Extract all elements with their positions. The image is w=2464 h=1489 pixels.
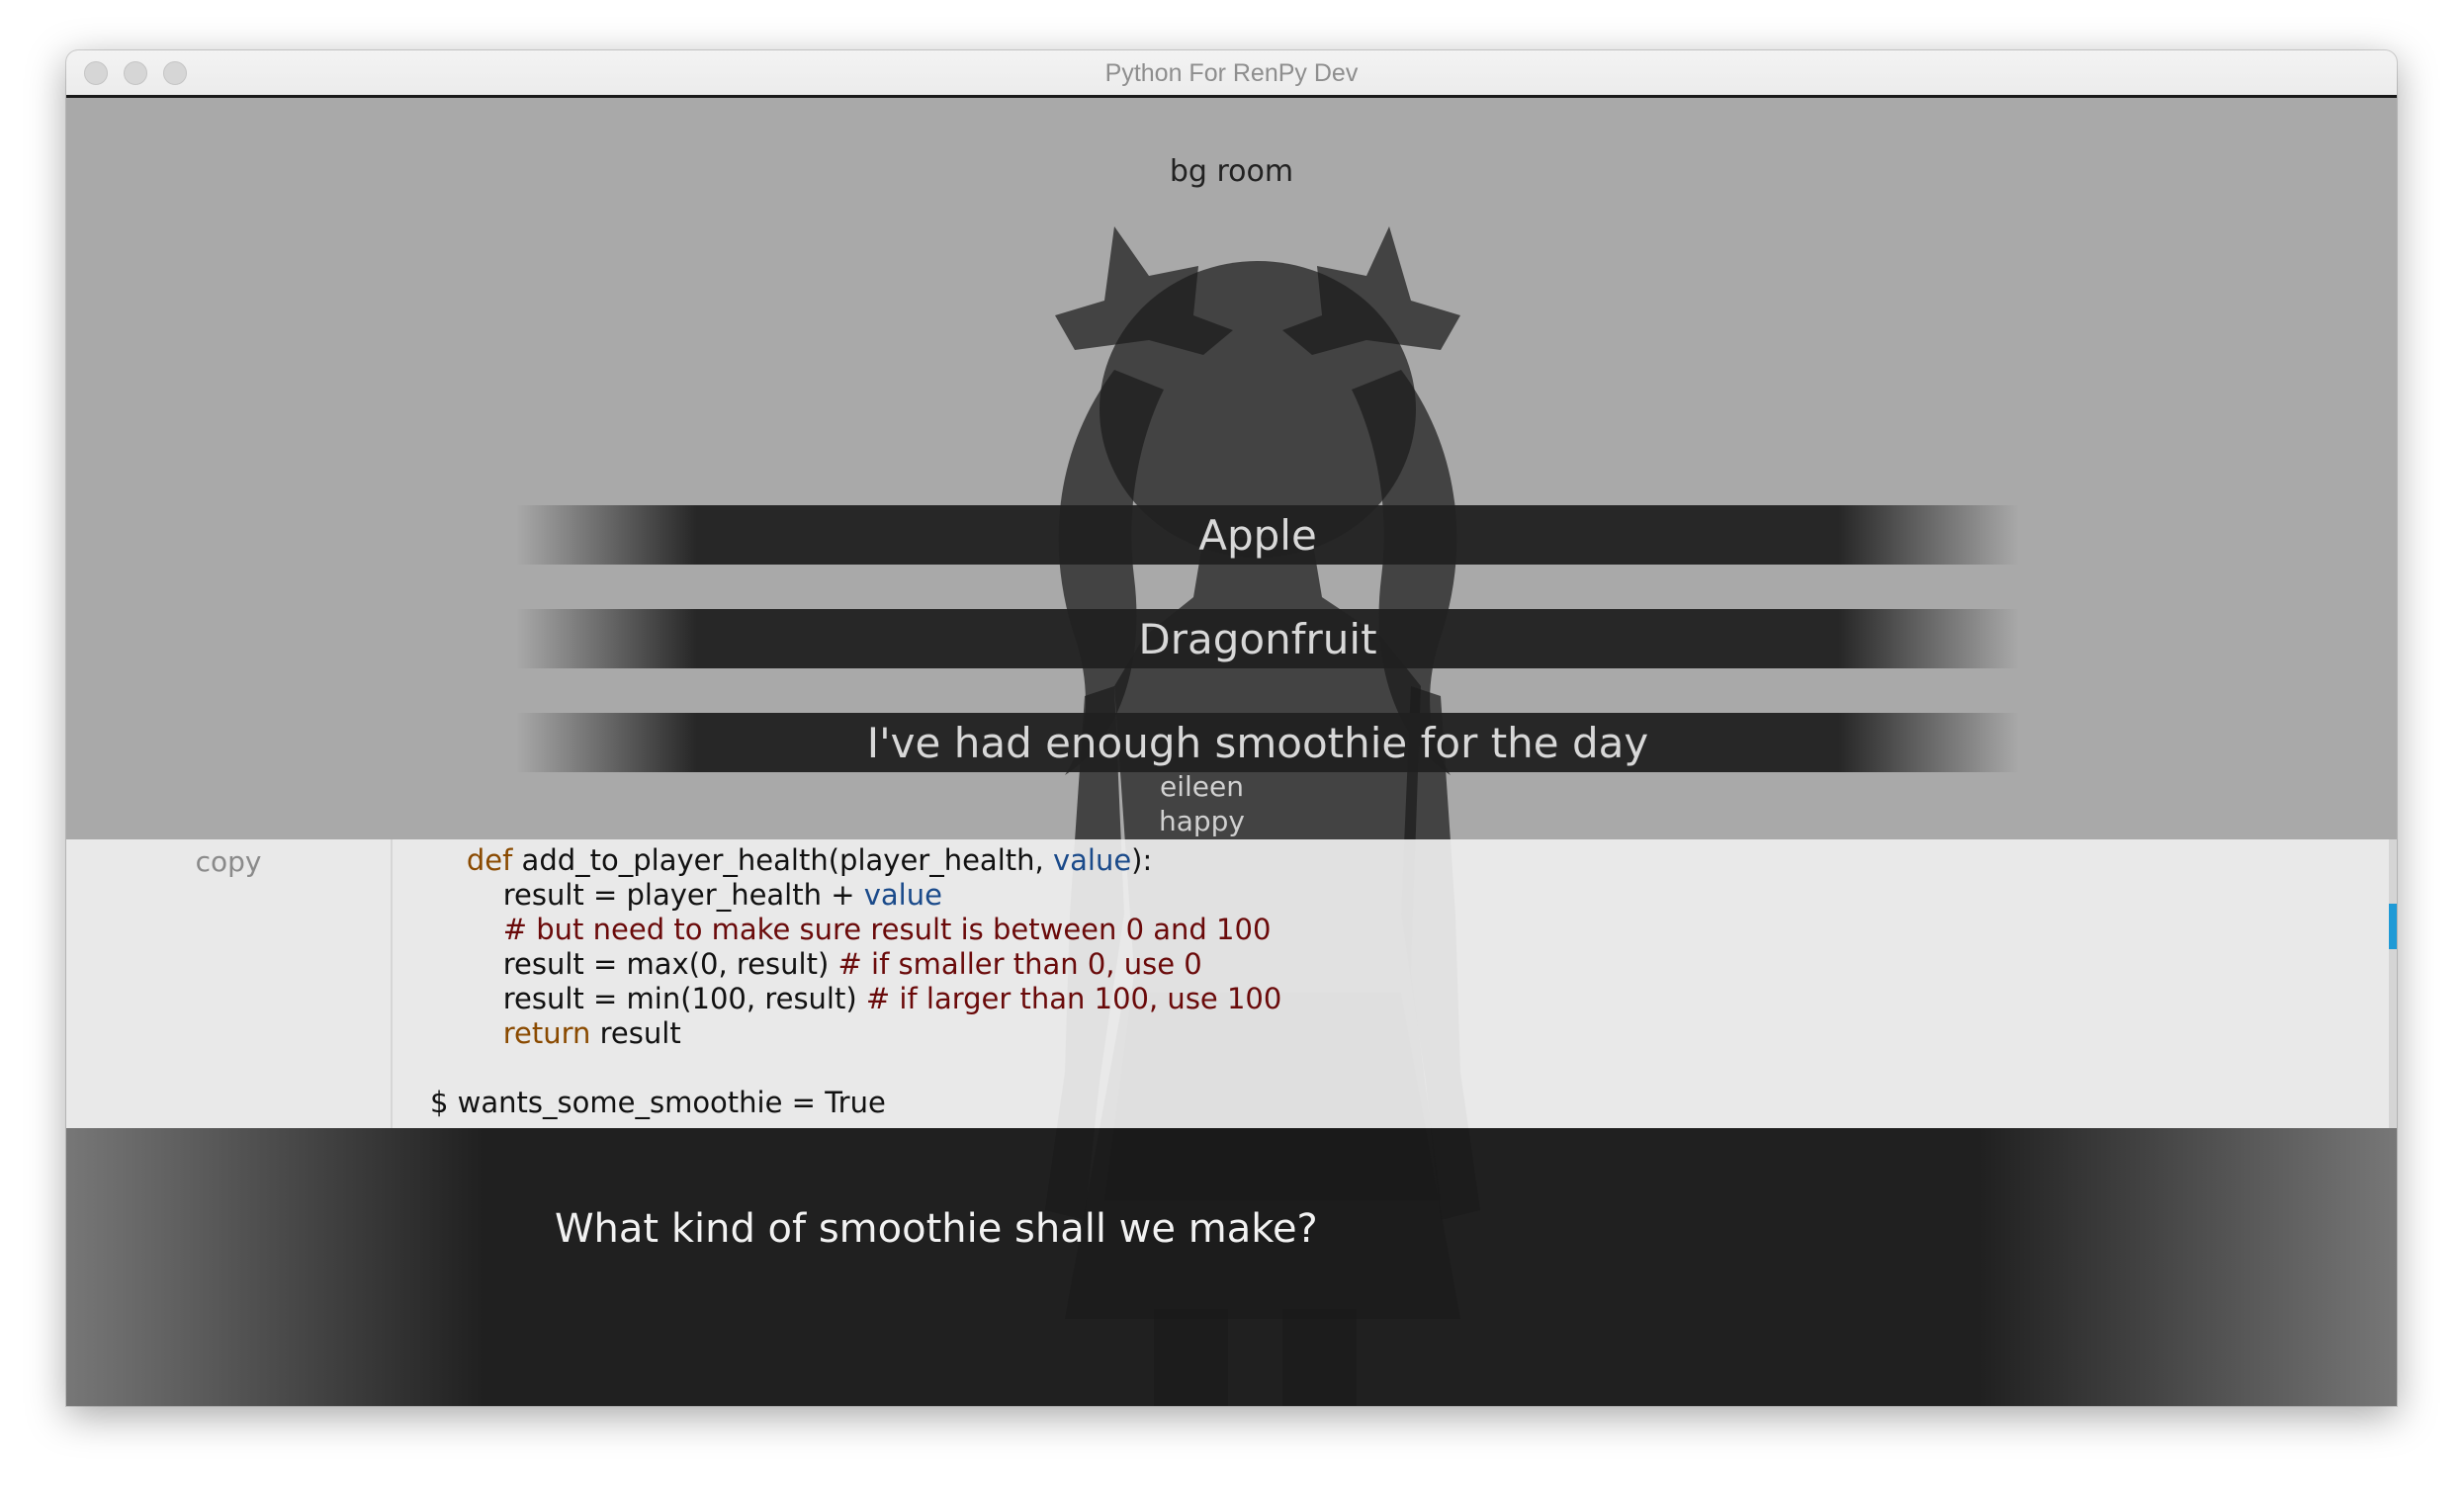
code-scrollbar[interactable] [2389,839,2397,1128]
code-line: $ wants_some_smoothie = True [430,1086,886,1119]
game-window: Python For RenPy Dev bg room Apple Drago… [66,50,2397,1406]
scrollbar-thumb[interactable] [2389,904,2397,949]
dialogue-box[interactable]: What kind of smoothie shall we make? Bac… [66,1128,2397,1406]
game-stage: bg room Apple Dragonfruit I've had enoug… [66,98,2397,1406]
choice-label: I've had enough smoothie for the day [866,718,1649,767]
character-expression-tag: happy [1158,805,1246,837]
choice-dragonfruit[interactable]: Dragonfruit [516,609,2019,668]
choice-apple[interactable]: Apple [516,505,2019,565]
code-line: result = min(100, result) # if larger th… [430,982,1282,1015]
background-label: bg room [1169,154,1294,189]
code-gutter [66,839,393,1128]
window-title: Python For RenPy Dev [1104,59,1359,87]
code-block: def add_to_player_health(player_health, … [430,843,2367,1128]
character-name-tag: eileen [1160,770,1244,803]
code-line: result = player_health + value [430,878,942,912]
code-panel: copy def add_to_player_health(player_hea… [66,839,2397,1128]
code-line: def add_to_player_health(player_health, … [466,843,1153,877]
code-line: # but need to make sure result is betwee… [502,913,1272,946]
code-line: result = max(0, result) # if smaller tha… [430,947,1202,981]
choice-label: Apple [1198,510,1317,560]
copy-button[interactable]: copy [66,845,391,878]
choice-enough-smoothie[interactable]: I've had enough smoothie for the day [516,713,2019,772]
title-bar: Python For RenPy Dev [66,50,2397,98]
choice-label: Dragonfruit [1138,614,1377,663]
dialogue-text: What kind of smoothie shall we make? [555,1206,1318,1252]
code-line: return result [502,1016,681,1050]
